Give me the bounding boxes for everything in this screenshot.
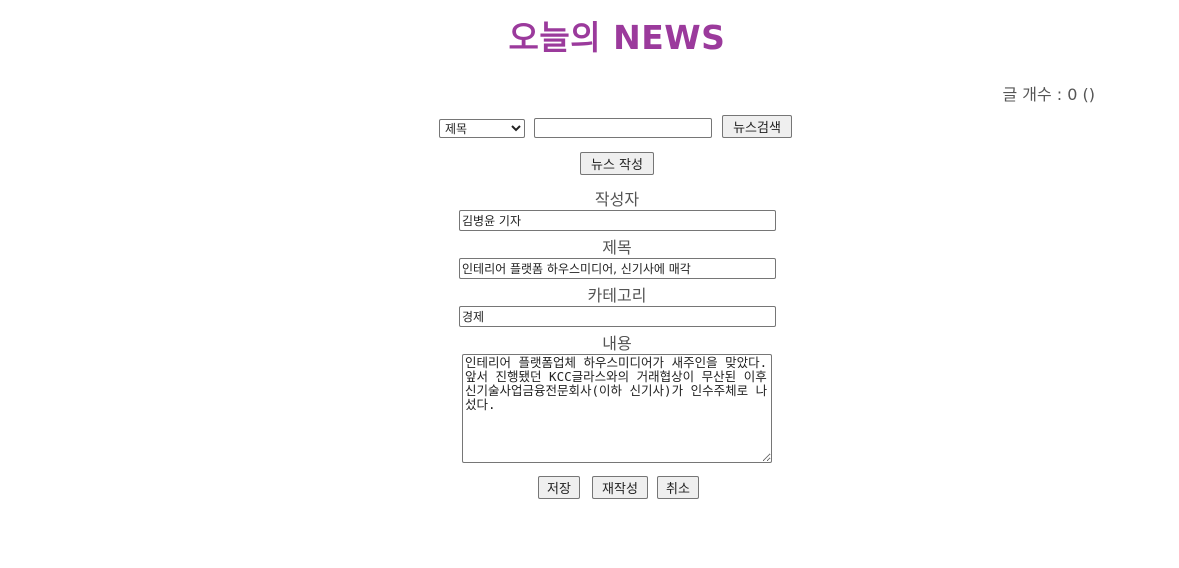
content-textarea[interactable]: 인테리어 플랫폼업체 하우스미디어가 새주인을 맞았다. 앞서 진행됐던 KCC… <box>462 354 772 463</box>
author-label: 작성자 <box>594 190 640 209</box>
page-title: 오늘의 NEWS <box>508 18 726 57</box>
save-button[interactable]: 저장 <box>538 476 580 499</box>
cancel-button[interactable]: 취소 <box>657 476 699 499</box>
post-count: 글 개수 : 0 () <box>1002 85 1095 104</box>
title-field[interactable] <box>459 258 776 279</box>
search-type-select[interactable]: 제목 <box>439 119 525 138</box>
rewrite-button[interactable]: 재작성 <box>592 476 648 499</box>
content-label: 내용 <box>602 334 632 353</box>
author-field[interactable] <box>459 210 776 231</box>
write-news-button[interactable]: 뉴스 작성 <box>580 152 654 175</box>
search-bar: 제목 뉴스검색 <box>0 115 1179 141</box>
category-label: 카테고리 <box>587 286 647 305</box>
news-page: 오늘의 NEWS 글 개수 : 0 () 제목 뉴스검색 뉴스 작성 작성자 제… <box>0 0 1179 568</box>
news-search-button[interactable]: 뉴스검색 <box>722 115 792 138</box>
category-field[interactable] <box>459 306 776 327</box>
search-input[interactable] <box>534 118 712 138</box>
title-label: 제목 <box>602 238 632 257</box>
